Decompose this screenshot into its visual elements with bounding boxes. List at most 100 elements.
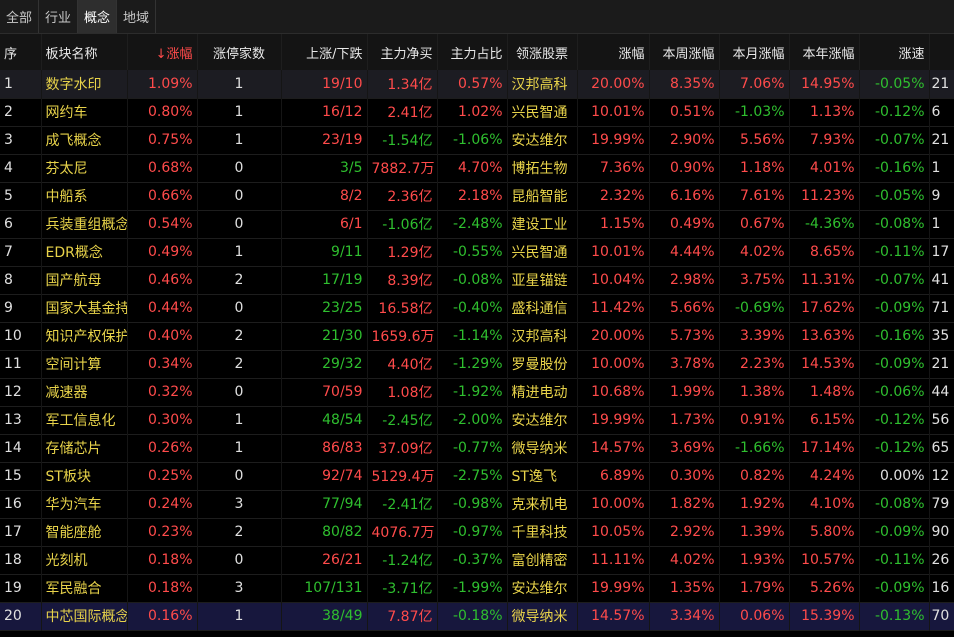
sector-name[interactable]: 减速器 xyxy=(41,378,128,406)
main-net-buy: 7.87亿 xyxy=(367,602,438,630)
speed-change: -0.12% xyxy=(859,98,930,126)
sector-name[interactable]: 军工信息化 xyxy=(41,406,128,434)
change-cell: 0.18% xyxy=(127,546,198,574)
sector-name[interactable]: 中船系 xyxy=(41,182,128,210)
header-change-sorted[interactable]: ↓涨幅 xyxy=(127,34,198,70)
table-row[interactable]: 3 成飞概念 0.75% 1 23/19 -1.54亿 -1.06% 安达维尔 19.99% 2.… xyxy=(0,126,954,154)
week-change: 1.82% xyxy=(649,490,720,518)
leading-stock[interactable]: 兴民智通 xyxy=(507,238,578,266)
leading-stock[interactable]: 千里科技 xyxy=(507,518,578,546)
limit-up-count: 1 xyxy=(197,98,282,126)
change-cell: 0.40% xyxy=(127,322,198,350)
tab-1[interactable]: 行业 xyxy=(39,0,79,33)
tab-2[interactable]: 概念 xyxy=(78,0,118,33)
header-year-change[interactable]: 本年涨幅 xyxy=(789,34,860,70)
leading-stock[interactable]: 罗曼股份 xyxy=(507,350,578,378)
leading-stock[interactable]: 安达维尔 xyxy=(507,126,578,154)
sector-name[interactable]: EDR概念 xyxy=(41,238,128,266)
table-row[interactable]: 1 数字水印 1.09% 1 19/10 1.34亿 0.57% 汉邦高科 20.00% 8.35… xyxy=(0,70,954,98)
header-month-change[interactable]: 本月涨幅 xyxy=(719,34,790,70)
up-down-count: 23/19 xyxy=(281,126,368,154)
leading-stock[interactable]: 昆船智能 xyxy=(507,182,578,210)
speed-change: -0.16% xyxy=(859,154,930,182)
table-row[interactable]: 13 军工信息化 0.30% 1 48/54 -2.45亿 -2.00% 安达维尔 19.99%… xyxy=(0,406,954,434)
up-down-count: 48/54 xyxy=(281,406,368,434)
table-row[interactable]: 18 光刻机 0.18% 0 26/21 -1.24亿 -0.37% 富创精密 11.11% 4.… xyxy=(0,546,954,574)
table-row[interactable]: 10 知识产权保护 0.40% 2 21/30 1659.6万 -1.14% 汉邦高科 20.0… xyxy=(0,322,954,350)
main-net-buy: 37.09亿 xyxy=(367,434,438,462)
header-week-change[interactable]: 本周涨幅 xyxy=(649,34,720,70)
header-main-net-buy[interactable]: 主力净买 xyxy=(367,34,438,70)
speed-change: -0.12% xyxy=(859,434,930,462)
sector-name[interactable]: 芬太尼 xyxy=(41,154,128,182)
leading-stock[interactable]: 微导纳米 xyxy=(507,602,578,630)
sector-name[interactable]: ST板块 xyxy=(41,462,128,490)
sector-name[interactable]: 国家大基金持股 xyxy=(41,294,128,322)
table-row[interactable]: 4 芬太尼 0.68% 0 3/5 7882.7万 4.70% 博拓生物 7.36% 0.90% 1… xyxy=(0,154,954,182)
table-row[interactable]: 2 网约车 0.80% 1 16/12 2.41亿 1.02% 兴民智通 10.01% 0.51%… xyxy=(0,98,954,126)
header-sector-name[interactable]: 板块名称 xyxy=(41,34,128,70)
leading-stock[interactable]: 安达维尔 xyxy=(507,574,578,602)
table-row[interactable]: 14 存储芯片 0.26% 1 86/83 37.09亿 -0.77% 微导纳米 14.57% 3… xyxy=(0,434,954,462)
leading-stock[interactable]: 富创精密 xyxy=(507,546,578,574)
main-net-buy: -1.24亿 xyxy=(367,546,438,574)
header-main-ratio[interactable]: 主力占比 xyxy=(437,34,508,70)
leading-stock[interactable]: 博拓生物 xyxy=(507,154,578,182)
sector-name[interactable]: 国产航母 xyxy=(41,266,128,294)
table-row[interactable]: 17 智能座舱 0.23% 2 80/82 4076.7万 -0.97% 千里科技 10.05%… xyxy=(0,518,954,546)
leading-stock[interactable]: ST逸飞 xyxy=(507,462,578,490)
sector-name[interactable]: 数字水印 xyxy=(41,70,128,98)
sector-name[interactable]: 成飞概念 xyxy=(41,126,128,154)
leading-stock[interactable]: 克来机电 xyxy=(507,490,578,518)
week-change: 0.49% xyxy=(649,210,720,238)
row-index: 11 xyxy=(0,350,42,378)
sector-name[interactable]: 存储芯片 xyxy=(41,434,128,462)
overflow-value: 17 xyxy=(929,238,954,266)
leading-stock[interactable]: 亚星锚链 xyxy=(507,266,578,294)
table-row[interactable]: 8 国产航母 0.46% 2 17/19 8.39亿 -0.08% 亚星锚链 10.04% 2.9… xyxy=(0,266,954,294)
sector-name[interactable]: 光刻机 xyxy=(41,546,128,574)
table-row[interactable]: 6 兵装重组概念 0.54% 0 6/1 -1.06亿 -2.48% 建设工业 1.15% 0.4… xyxy=(0,210,954,238)
sector-name[interactable]: 军民融合 xyxy=(41,574,128,602)
sector-name[interactable]: 网约车 xyxy=(41,98,128,126)
header-up-down[interactable]: 上涨/下跌 xyxy=(281,34,368,70)
leading-stock[interactable]: 微导纳米 xyxy=(507,434,578,462)
leading-stock[interactable]: 精进电动 xyxy=(507,378,578,406)
table-row[interactable]: 19 军民融合 0.18% 3 107/131 -3.71亿 -1.99% 安达维尔 19.99… xyxy=(0,574,954,602)
leading-stock[interactable]: 安达维尔 xyxy=(507,406,578,434)
limit-up-count: 2 xyxy=(197,266,282,294)
up-down-count: 107/131 xyxy=(281,574,368,602)
leading-stock[interactable]: 盛科通信 xyxy=(507,294,578,322)
header-limit-up-count[interactable]: 涨停家数 xyxy=(197,34,282,70)
table-row[interactable]: 20 中芯国际概念 0.16% 1 38/49 7.87亿 -0.18% 微导纳米 14.57%… xyxy=(0,602,954,630)
sector-name[interactable]: 知识产权保护 xyxy=(41,322,128,350)
leading-stock[interactable]: 建设工业 xyxy=(507,210,578,238)
speed-change: -0.11% xyxy=(859,546,930,574)
table-row[interactable]: 7 EDR概念 0.49% 1 9/11 1.29亿 -0.55% 兴民智通 10.01% 4.4… xyxy=(0,238,954,266)
table-row[interactable]: 5 中船系 0.66% 0 8/2 2.36亿 2.18% 昆船智能 2.32% 6.16% 7.6… xyxy=(0,182,954,210)
header-leader-change[interactable]: 涨幅 xyxy=(577,34,650,70)
sector-name[interactable]: 中芯国际概念 xyxy=(41,602,128,630)
table-row[interactable]: 9国家大基金持股0.44%023/2516.58亿-0.40%盛科通信11.42… xyxy=(0,294,954,322)
overflow-value: 9 xyxy=(929,182,954,210)
sector-name[interactable]: 空间计算 xyxy=(41,350,128,378)
leading-stock[interactable]: 汉邦高科 xyxy=(507,322,578,350)
table-row[interactable]: 16 华为汽车 0.24% 3 77/94 -2.41亿 -0.98% 克来机电 10.00% 1… xyxy=(0,490,954,518)
limit-up-count: 2 xyxy=(197,322,282,350)
sector-name[interactable]: 华为汽车 xyxy=(41,490,128,518)
tab-3[interactable]: 地域 xyxy=(117,0,157,33)
header-index[interactable]: 序 xyxy=(0,34,42,70)
table-row[interactable]: 11 空间计算 0.34% 2 29/32 4.40亿 -1.29% 罗曼股份 10.00% 3.… xyxy=(0,350,954,378)
header-leading-stock[interactable]: 领涨股票 xyxy=(507,34,578,70)
sector-name[interactable]: 智能座舱 xyxy=(41,518,128,546)
sector-name[interactable]: 兵装重组概念 xyxy=(41,210,128,238)
leading-stock[interactable]: 汉邦高科 xyxy=(507,70,578,98)
header-speed[interactable]: 涨速 xyxy=(859,34,930,70)
year-change: 6.15% xyxy=(789,406,860,434)
overflow-value: 12 xyxy=(929,462,954,490)
tab-0[interactable]: 全部 xyxy=(0,0,40,33)
overflow-value: 16 xyxy=(929,574,954,602)
table-row[interactable]: 12 减速器 0.32% 0 70/59 1.08亿 -1.92% 精进电动 10.68% 1.9… xyxy=(0,378,954,406)
leading-stock[interactable]: 兴民智通 xyxy=(507,98,578,126)
table-row[interactable]: 15 ST板块 0.25% 0 92/74 5129.4万 -2.75% ST逸飞 6.89% 0… xyxy=(0,462,954,490)
